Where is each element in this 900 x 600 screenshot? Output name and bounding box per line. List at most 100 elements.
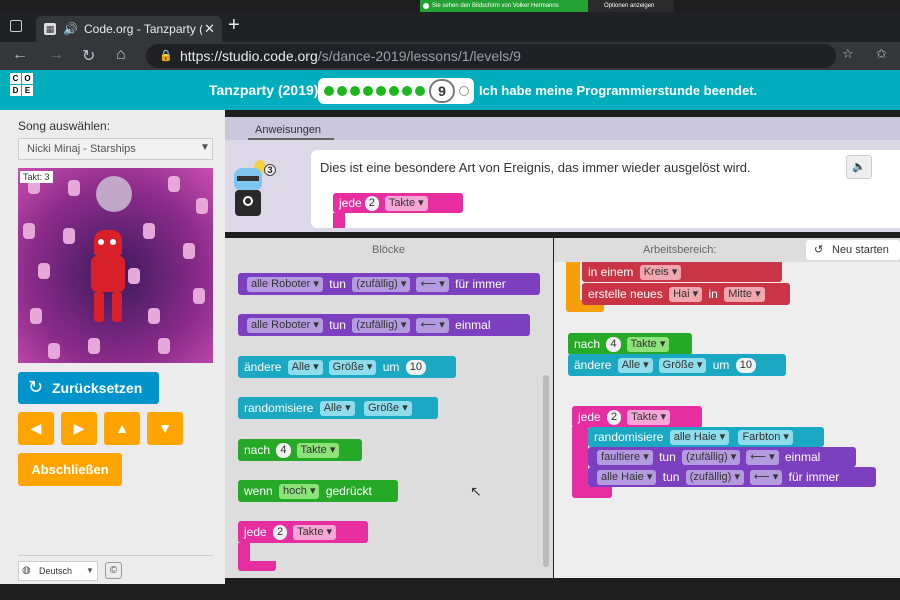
toolbox-scrollbar[interactable] xyxy=(543,375,549,567)
new-tab-icon[interactable]: + xyxy=(228,14,240,37)
block-dropdown[interactable]: Kreis ▾ xyxy=(639,265,682,281)
instructions-tabbar xyxy=(225,117,900,140)
workspace-block-sloths-once[interactable]: faultiere ▾ tun (zufällig) ▾ ⟵ ▾ einmal xyxy=(588,447,856,467)
next-level-bubble[interactable] xyxy=(459,86,469,96)
reload-icon[interactable]: ↻ xyxy=(82,46,95,66)
block-dropdown[interactable]: Takte ▾ xyxy=(296,443,340,459)
block-dropdown[interactable]: Alle ▾ xyxy=(319,401,355,417)
arrow-left-button[interactable]: ◀ xyxy=(18,412,54,445)
share-options-button[interactable]: Optionen anzeigen xyxy=(588,0,674,12)
toolbox-block-when-key[interactable]: wenn hoch ▾ gedrückt xyxy=(238,480,398,502)
progress-dot-complete[interactable] xyxy=(363,86,373,96)
toolbox-block-every-beats[interactable]: jede 2 Takte ▾ xyxy=(238,521,368,543)
arrow-down-button[interactable]: ▼ xyxy=(147,412,183,445)
toolbox-block-all-robots-once[interactable]: alle Roboter ▾ tun (zufällig) ▾ ⟵ ▾ einma… xyxy=(238,314,530,336)
progress-dot-complete[interactable] xyxy=(350,86,360,96)
workspace-block-randomize[interactable]: randomisiere alle Haie ▾ Farbton ▾ xyxy=(588,427,824,447)
share-indicator-icon xyxy=(423,3,429,9)
block-dropdown[interactable]: Alle ▾ xyxy=(617,358,653,374)
block-number[interactable]: 4 xyxy=(606,337,621,353)
workspace-block-every-beats[interactable]: jede 2 Takte ▾ xyxy=(572,406,702,428)
window-menu-icon[interactable] xyxy=(10,20,22,32)
copyright-button[interactable]: © xyxy=(105,562,122,579)
toolbox-block-change-size[interactable]: ändere Alle ▾ Größe ▾ um 10 xyxy=(238,356,456,378)
block-dropdown[interactable]: ⟵ ▾ xyxy=(749,470,783,486)
block-dropdown[interactable]: Takte ▾ xyxy=(627,410,671,426)
block-dropdown[interactable]: Größe ▾ xyxy=(658,358,707,374)
workspace-block-in-circle[interactable]: in einem Kreis ▾ xyxy=(582,262,782,282)
finish-session-link[interactable]: Ich habe meine Programmierstunde beendet… xyxy=(479,83,757,98)
block-arm xyxy=(572,427,588,489)
block-dropdown[interactable]: (zufällig) ▾ xyxy=(352,318,411,334)
arrow-up-button[interactable]: ▲ xyxy=(104,412,140,445)
block-dropdown[interactable]: hoch ▾ xyxy=(279,484,320,500)
favorites-icon[interactable]: ✩ xyxy=(876,46,887,62)
text-to-speech-button[interactable]: 🔈 xyxy=(846,155,872,179)
instructions-text: Dies ist eine besondere Art von Ereignis… xyxy=(320,160,751,175)
block-number[interactable]: 2 xyxy=(607,410,622,426)
block-number[interactable]: 2 xyxy=(273,525,288,541)
home-icon[interactable]: ⌂ xyxy=(116,46,126,64)
block-arm xyxy=(238,543,250,563)
block-dropdown[interactable]: faultiere ▾ xyxy=(597,450,653,466)
url-host: https://studio.code.org xyxy=(180,48,318,64)
block-number[interactable]: 4 xyxy=(276,443,291,459)
block-dropdown[interactable]: Takte ▾ xyxy=(293,525,337,541)
workspace-block-change-size[interactable]: ändere Alle ▾ Größe ▾ um 10 xyxy=(568,354,786,376)
block-dropdown[interactable]: Größe ▾ xyxy=(363,401,412,417)
block-dropdown[interactable]: alle Roboter ▾ xyxy=(247,318,323,334)
browser-tab[interactable]: ▦ 🔊 Code.org - Tanzparty (2019) ✕ xyxy=(36,16,222,42)
block-number[interactable]: 10 xyxy=(405,360,427,376)
block-dropdown[interactable]: alle Haie ▾ xyxy=(669,430,730,446)
workspace-block-after-beats[interactable]: nach 4 Takte ▾ xyxy=(568,333,692,355)
workspace-block-sharks-forever[interactable]: alle Haie ▾ tun (zufällig) ▾ ⟵ ▾ für imme… xyxy=(588,467,876,487)
workspace-block-create-shark[interactable]: erstelle neues Hai ▾ in Mitte ▾ xyxy=(582,283,790,305)
add-favorite-icon[interactable]: ☆ xyxy=(842,46,854,62)
block-number: 2 xyxy=(364,196,379,212)
block-dropdown[interactable]: Mitte ▾ xyxy=(724,287,765,303)
block-dropdown[interactable]: alle Haie ▾ xyxy=(597,470,657,486)
progress-dot-complete[interactable] xyxy=(337,86,347,96)
progress-dot-complete[interactable] xyxy=(324,86,334,96)
progress-dot-complete[interactable] xyxy=(402,86,412,96)
block-dropdown[interactable]: ⟵ ▾ xyxy=(416,277,449,293)
progress-dot-complete[interactable] xyxy=(376,86,386,96)
block-dropdown[interactable]: (zufällig) ▾ xyxy=(685,470,744,486)
toolbox-block-after-beats[interactable]: nach 4 Takte ▾ xyxy=(238,439,362,461)
lock-icon[interactable]: 🔒 xyxy=(159,49,173,62)
code-org-logo[interactable]: C O D E xyxy=(10,73,44,107)
block-dropdown[interactable]: (zufällig) ▾ xyxy=(682,450,741,466)
url-path: /s/dance-2019/lessons/1/levels/9 xyxy=(317,48,521,64)
speaker-icon[interactable]: 🔊 xyxy=(63,16,78,42)
current-level-bubble[interactable]: 9 xyxy=(429,79,455,103)
example-block-arm xyxy=(333,213,345,228)
block-dropdown[interactable]: Farbton ▾ xyxy=(738,430,793,446)
tab-instructions[interactable]: Anweisungen xyxy=(255,124,321,136)
song-select[interactable]: Nicki Minaj - Starships xyxy=(18,138,213,160)
progress-dot-complete[interactable] xyxy=(415,86,425,96)
forward-icon[interactable]: → xyxy=(48,46,64,64)
block-dropdown[interactable]: Alle ▾ xyxy=(287,360,323,376)
block-dropdown[interactable]: Hai ▾ xyxy=(669,287,703,303)
block-dropdown[interactable]: ⟵ ▾ xyxy=(416,318,449,334)
finish-button[interactable]: Abschließen xyxy=(18,453,122,486)
block-dropdown[interactable]: (zufällig) ▾ xyxy=(352,277,411,293)
mouse-cursor-icon: ↖ xyxy=(470,483,482,499)
progress-dot-complete[interactable] xyxy=(389,86,399,96)
cat-avatar: 3 xyxy=(232,160,276,216)
block-dropdown[interactable]: ⟵ ▾ xyxy=(746,450,779,466)
back-icon[interactable]: ← xyxy=(12,46,28,64)
tab-title: Code.org - Tanzparty (2019) xyxy=(84,22,202,36)
block-dropdown[interactable]: Takte ▾ xyxy=(626,337,670,353)
toolbox-block-all-robots-forever[interactable]: alle Roboter ▾ tun (zufällig) ▾ ⟵ ▾ für i… xyxy=(238,273,540,295)
lesson-title[interactable]: Tanzparty (2019) xyxy=(209,82,318,98)
toolbox-block-randomize[interactable]: randomisiere Alle ▾ Größe ▾ xyxy=(238,397,438,419)
block-dropdown[interactable]: alle Roboter ▾ xyxy=(247,277,323,293)
close-icon[interactable]: ✕ xyxy=(204,16,215,42)
favicon-icon: ▦ xyxy=(44,23,56,35)
arrow-right-button[interactable]: ▶ xyxy=(61,412,97,445)
screen-share-banner: Sie sehen den Bildschirm von Volker Herm… xyxy=(420,0,588,12)
divider xyxy=(18,555,213,556)
block-number[interactable]: 10 xyxy=(735,358,757,374)
block-dropdown[interactable]: Größe ▾ xyxy=(328,360,377,376)
